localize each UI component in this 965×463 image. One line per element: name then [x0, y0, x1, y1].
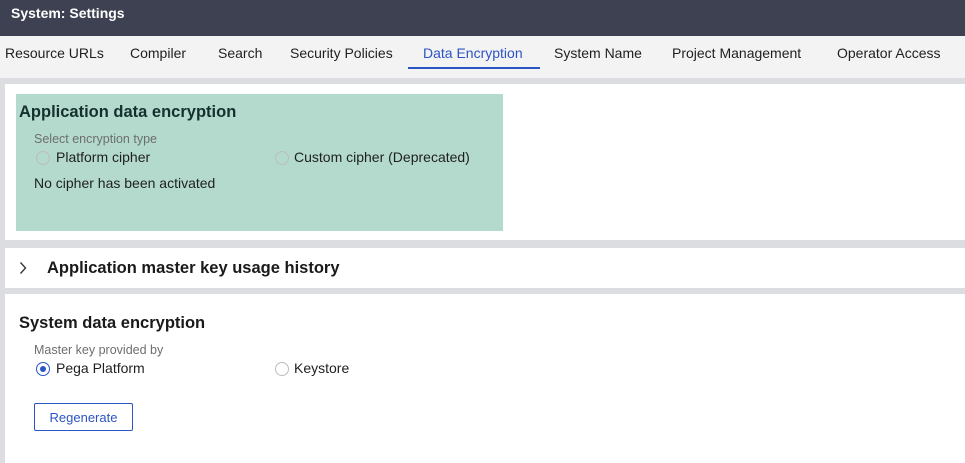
system-encryption-panel: System data encryption Master key provid… — [5, 294, 965, 463]
window-title: System: Settings — [11, 5, 125, 21]
platform-cipher-label[interactable]: Platform cipher — [56, 149, 150, 165]
cipher-status-text: No cipher has been activated — [34, 175, 216, 191]
tab-resource-urls[interactable]: Resource URLs — [5, 36, 104, 70]
key-history-accordion: Application master key usage history — [5, 248, 965, 288]
encryption-type-label: Select encryption type — [34, 132, 157, 146]
window-title-bar: System: Settings — [0, 0, 965, 36]
custom-cipher-radio[interactable] — [275, 151, 289, 165]
settings-tab-bar: Resource URLs Compiler Search Security P… — [0, 36, 965, 78]
keystore-radio[interactable] — [275, 362, 289, 376]
tab-project-management[interactable]: Project Management — [672, 36, 801, 70]
active-tab-indicator — [408, 67, 540, 69]
tab-operator-access[interactable]: Operator Access — [837, 36, 941, 70]
tab-search[interactable]: Search — [218, 36, 262, 70]
system-encryption-heading: System data encryption — [19, 314, 206, 332]
tab-security-policies[interactable]: Security Policies — [290, 36, 393, 70]
pega-platform-radio[interactable] — [36, 362, 50, 376]
tab-data-encryption[interactable]: Data Encryption — [423, 36, 523, 70]
tab-compiler[interactable]: Compiler — [130, 36, 186, 70]
custom-cipher-label[interactable]: Custom cipher (Deprecated) — [294, 149, 470, 165]
regenerate-button[interactable]: Regenerate — [34, 403, 133, 431]
key-history-title[interactable]: Application master key usage history — [47, 259, 340, 278]
application-encryption-heading: Application data encryption — [19, 103, 237, 121]
keystore-label[interactable]: Keystore — [294, 360, 349, 376]
pega-platform-label[interactable]: Pega Platform — [56, 360, 145, 376]
platform-cipher-radio[interactable] — [36, 151, 50, 165]
chevron-right-icon[interactable] — [19, 261, 27, 275]
application-encryption-panel: Application data encryption Select encry… — [5, 84, 965, 240]
master-key-provider-label: Master key provided by — [34, 343, 164, 357]
tab-system-name[interactable]: System Name — [554, 36, 642, 70]
